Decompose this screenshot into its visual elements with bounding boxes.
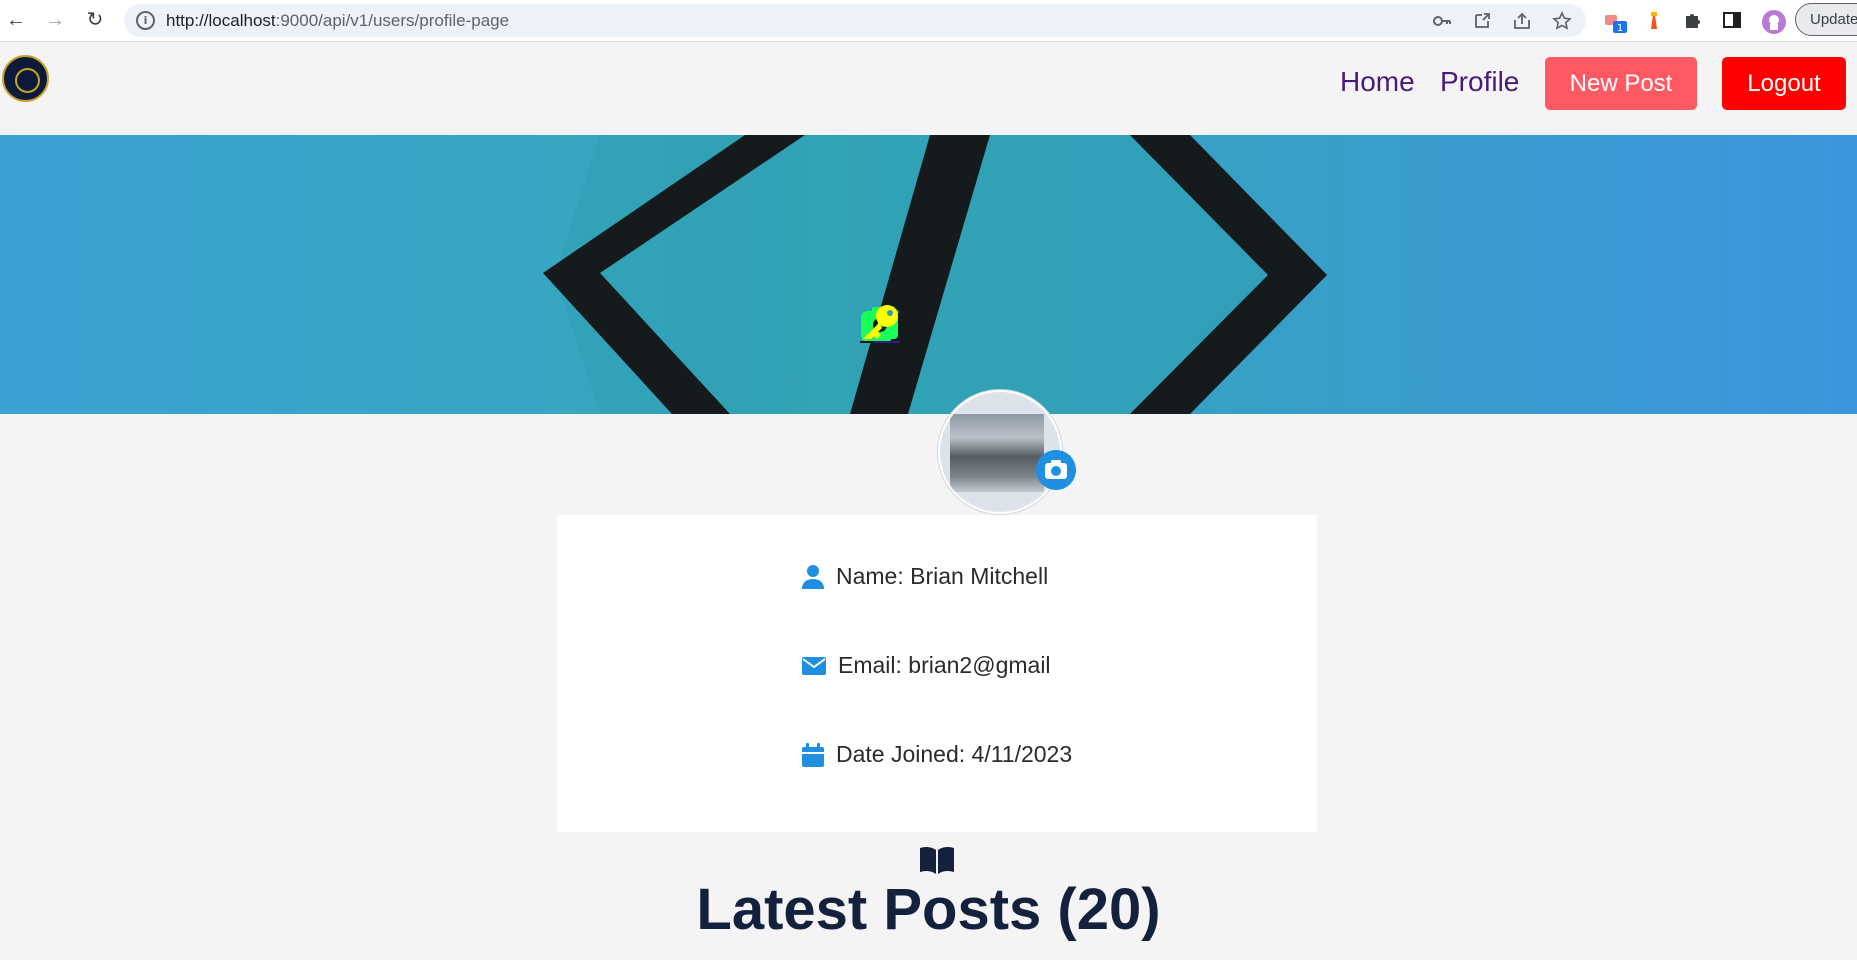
date-joined-row: Date Joined: 4/11/2023 [802,741,1072,768]
site-info-icon[interactable]: i [136,11,155,30]
profile-date-joined: Date Joined: 4/11/2023 [836,741,1073,767]
side-panel-icon[interactable] [1721,9,1743,31]
email-row: Email: brian2@gmail [802,652,1051,679]
new-post-button[interactable]: New Post [1545,57,1697,110]
url-path: :9000/api/v1/users/profile-page [275,11,510,30]
cover-artwork [0,135,1857,414]
back-icon[interactable]: ← [5,9,27,31]
profile-name: Name: Brian Mitchell [836,563,1049,589]
extension-icon[interactable]: 1 [1603,9,1627,34]
profile-info-card: Name: Brian Mitchell Email: brian2@gmail… [557,515,1317,832]
share-icon[interactable] [1512,11,1532,31]
lighthouse-icon[interactable] [1643,9,1665,31]
logout-button[interactable]: Logout [1722,57,1846,110]
forward-icon[interactable]: → [44,9,66,31]
profile-photo [950,414,1044,492]
extensions-puzzle-icon[interactable] [1682,9,1704,31]
name-row: Name: Brian Mitchell [802,563,1048,590]
book-open-icon [920,846,954,874]
profile-avatar-icon[interactable] [1761,9,1786,34]
calendar-icon [802,742,824,767]
envelope-icon [802,656,826,675]
password-key-icon[interactable] [1432,11,1452,31]
nav-profile-link[interactable]: Profile [1440,66,1519,98]
open-in-app-icon[interactable] [1472,11,1492,31]
latest-posts-heading: Latest Posts (20) [696,877,1161,942]
user-icon [802,564,824,589]
url-host: http://localhost [166,11,276,30]
profile-email: Email: brian2@gmail [838,652,1051,678]
site-logo[interactable] [2,55,49,102]
key-icon[interactable] [860,303,900,343]
reload-icon[interactable]: ↻ [84,9,106,31]
browser-toolbar: ← → ↻ i http://localhost:9000/api/v1/use… [0,0,1857,42]
address-bar[interactable]: i http://localhost:9000/api/v1/users/pro… [124,4,1586,37]
update-button[interactable]: Update [1795,3,1857,36]
url-text[interactable]: http://localhost:9000/api/v1/users/profi… [166,11,509,31]
extension-badge: 1 [1617,23,1623,34]
nav-home-link[interactable]: Home [1340,66,1415,98]
cover-image [0,135,1857,414]
site-navbar: Home Profile New Post Logout [0,42,1857,135]
bookmark-star-icon[interactable] [1552,11,1572,31]
avatar-camera-icon[interactable] [1036,450,1076,490]
profile-avatar [938,390,1062,514]
